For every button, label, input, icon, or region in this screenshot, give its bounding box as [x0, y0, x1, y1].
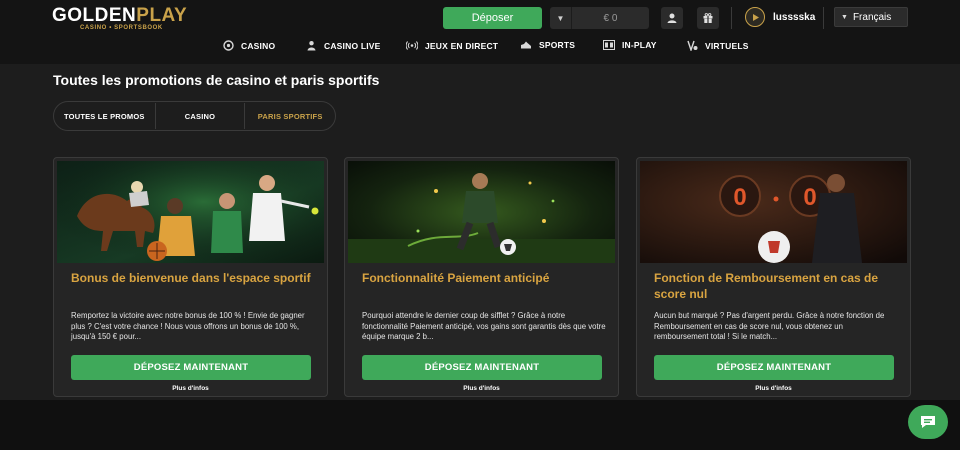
caret-down-icon: ▼ — [550, 7, 572, 29]
balance-value: € 0 — [603, 12, 618, 24]
gift-icon — [703, 13, 713, 23]
nav-item-casino[interactable]: CASINO — [223, 40, 275, 51]
promo-description: Aucun but marqué ? Pas d'argent perdu. G… — [654, 311, 885, 341]
avatar[interactable] — [745, 7, 765, 27]
promo-card: Fonctionnalité Paiement anticipé Pourquo… — [344, 157, 619, 397]
tab-all-promos[interactable]: TOUTES LE PROMOS — [54, 102, 155, 130]
chat-bubble-icon — [921, 416, 935, 428]
dealer-icon — [307, 41, 316, 51]
casino-chip-icon — [223, 40, 234, 51]
score-digit-right: 0 — [803, 184, 816, 211]
main-nav: CASINO CASINO LIVE JEUX EN DIRECT SPORTS… — [0, 40, 960, 54]
deposit-now-button[interactable]: DÉPOSEZ MAINTENANT — [71, 355, 311, 380]
top-header: GOLDENPLAY CASINO • SPORTSBOOK Déposer ▼… — [0, 0, 960, 64]
promo-image-football[interactable] — [348, 161, 615, 263]
language-label: Français — [852, 11, 892, 23]
promo-description: Pourquoi attendre le dernier coup de sif… — [362, 311, 606, 341]
balance-dropdown[interactable]: ▼ € 0 — [550, 7, 649, 29]
nav-item-casino-live[interactable]: CASINO LIVE — [306, 40, 381, 51]
promo-title: Fonction de Remboursement en cas de scor… — [654, 271, 879, 301]
nav-label: CASINO — [241, 40, 276, 51]
header-divider — [731, 7, 732, 29]
nav-label: VIRTUELS — [705, 40, 749, 51]
page-title: Toutes les promotions de casino et paris… — [53, 72, 380, 88]
sneaker-icon — [521, 41, 531, 49]
promo-description: Remportez la victoire avec notre bonus d… — [71, 311, 305, 341]
nav-label: SPORTS — [539, 40, 576, 50]
promo-image-sports[interactable] — [57, 161, 324, 263]
deposit-now-button[interactable]: DÉPOSEZ MAINTENANT — [362, 355, 602, 380]
goldenplay-logo[interactable]: GOLDENPLAY CASINO • SPORTSBOOK — [52, 6, 187, 34]
nav-item-in-play[interactable]: IN-PLAY — [603, 40, 657, 50]
nav-label: CASINO LIVE — [324, 40, 381, 51]
user-icon — [667, 13, 677, 23]
scoreboard-icon — [603, 40, 615, 50]
username-label[interactable]: lusssska — [773, 12, 815, 23]
language-select[interactable]: ▼ Français — [834, 7, 908, 27]
score-digit-left: 0 — [733, 184, 746, 211]
nav-item-virtuels[interactable]: VIRTUELS — [687, 40, 749, 51]
promo-card: Bonus de bienvenue dans l'espace sportif… — [53, 157, 328, 397]
logo-tagline: CASINO • SPORTSBOOK — [80, 25, 163, 31]
promo-title: Bonus de bienvenue dans l'espace sportif — [71, 271, 311, 285]
footer-strip — [0, 400, 960, 450]
nav-item-jeux-en-direct[interactable]: JEUX EN DIRECT — [406, 40, 498, 51]
tab-paris-sportifs[interactable]: PARIS SPORTIFS — [245, 102, 335, 130]
more-info-link[interactable]: Plus d'infos — [637, 385, 910, 392]
tab-casino[interactable]: CASINO — [156, 102, 245, 130]
play-arrow-icon — [752, 13, 759, 21]
broadcast-icon — [406, 41, 418, 50]
scoreboard-illustration: 0 0 — [640, 161, 907, 263]
promo-filter-tabs: TOUTES LE PROMOS CASINO PARIS SPORTIFS — [53, 101, 336, 131]
more-info-link[interactable]: Plus d'infos — [54, 385, 327, 392]
deposit-now-button[interactable]: DÉPOSEZ MAINTENANT — [654, 355, 894, 380]
nav-label: JEUX EN DIRECT — [425, 40, 499, 51]
chat-button[interactable] — [908, 405, 948, 439]
header-divider — [823, 7, 824, 29]
promo-card: 0 0 Fonction de Remboursement en cas de … — [636, 157, 911, 397]
nav-label: IN-PLAY — [622, 40, 657, 50]
caret-down-icon: ▼ — [841, 13, 848, 21]
promo-title: Fonctionnalité Paiement anticipé — [362, 271, 550, 285]
logo-wordmark: GOLDENPLAY — [52, 5, 188, 26]
promo-image-scoreboard[interactable]: 0 0 — [640, 161, 907, 263]
virtual-icon — [687, 40, 698, 51]
sports-illustration — [57, 161, 324, 263]
nav-item-sports[interactable]: SPORTS — [520, 40, 575, 50]
football-illustration — [348, 161, 615, 263]
deposit-button[interactable]: Déposer — [443, 7, 542, 29]
gift-button[interactable] — [697, 7, 719, 29]
more-info-link[interactable]: Plus d'infos — [345, 385, 618, 392]
profile-button[interactable] — [661, 7, 683, 29]
